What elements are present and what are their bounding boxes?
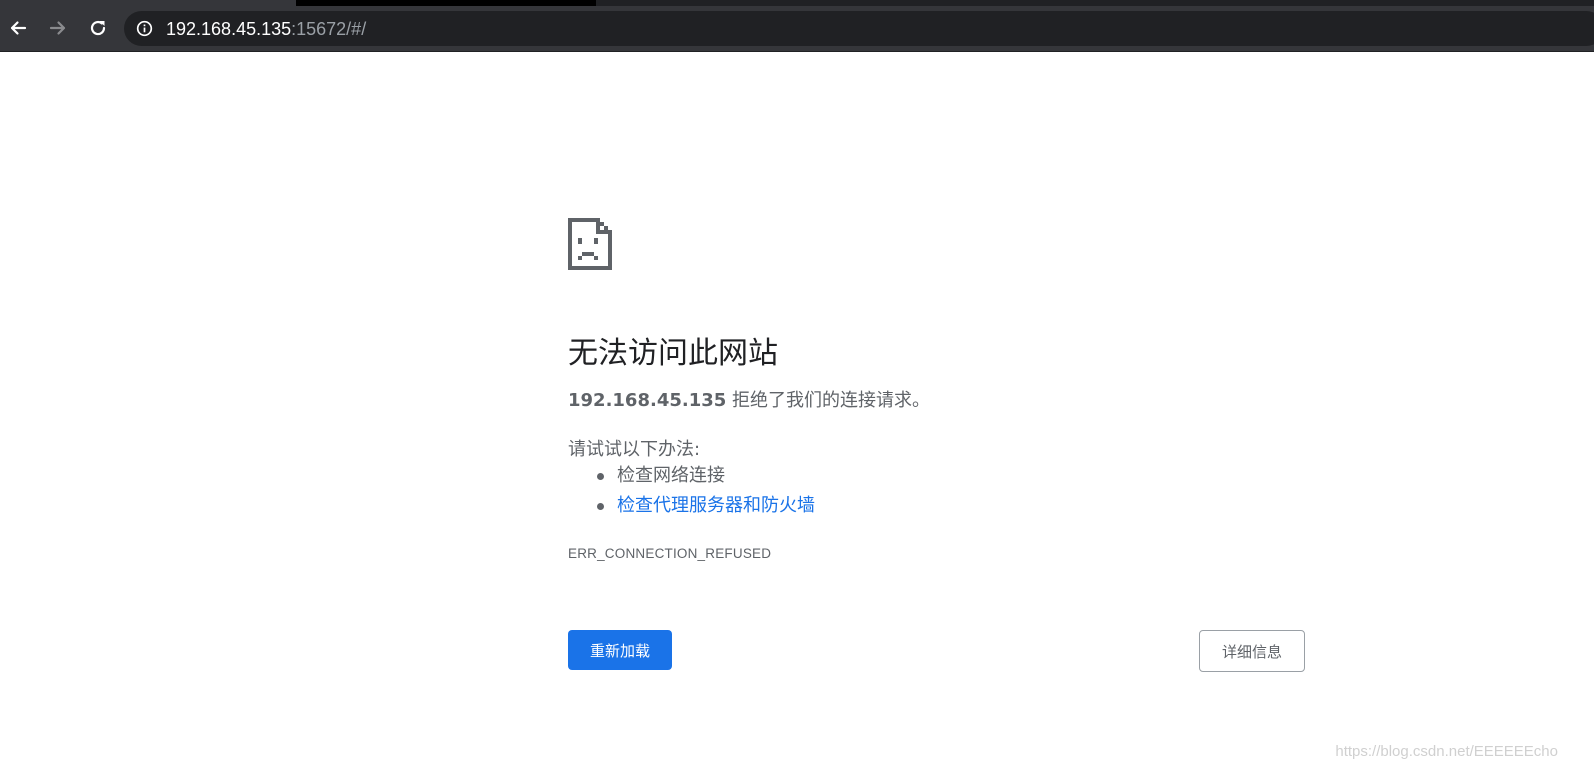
forward-arrow-icon — [49, 21, 66, 35]
error-code: ERR_CONNECTION_REFUSED — [568, 546, 772, 561]
reload-button[interactable] — [81, 11, 115, 45]
url-host: 192.168.45.135 — [166, 19, 292, 39]
bullet-icon — [597, 503, 604, 510]
back-arrow-icon — [10, 21, 27, 35]
suggestion-check-network: 检查网络连接 — [617, 465, 725, 486]
bullet-icon — [597, 473, 604, 480]
list-item: 检查网络连接 — [568, 462, 815, 492]
browser-toolbar: 192.168.45.135:15672/#/ — [0, 6, 1594, 52]
sad-document-icon — [568, 218, 612, 270]
address-bar[interactable]: 192.168.45.135:15672/#/ — [124, 11, 1594, 46]
details-button[interactable]: 详细信息 — [1199, 630, 1305, 672]
error-heading: 无法访问此网站 — [568, 336, 778, 371]
url-path: :15672/#/ — [291, 19, 367, 39]
check-proxy-firewall-link[interactable]: 检查代理服务器和防火墙 — [617, 495, 815, 516]
suggestions-title: 请试试以下办法: — [568, 439, 701, 460]
info-icon[interactable] — [136, 20, 153, 37]
error-summary: 192.168.45.135 拒绝了我们的连接请求。 — [568, 386, 930, 412]
reload-page-button[interactable]: 重新加载 — [568, 630, 672, 670]
suggestions-list: 检查网络连接 检查代理服务器和防火墙 — [568, 462, 815, 522]
reload-icon — [90, 20, 106, 36]
watermark-text: https://blog.csdn.net/EEEEEEcho — [1335, 743, 1558, 760]
list-item: 检查代理服务器和防火墙 — [568, 492, 815, 522]
back-button[interactable] — [1, 11, 35, 45]
forward-button[interactable] — [41, 11, 75, 45]
url-text[interactable]: 192.168.45.135:15672/#/ — [166, 19, 366, 39]
error-summary-host: 192.168.45.135 — [568, 390, 727, 411]
error-summary-text: 拒绝了我们的连接请求。 — [726, 390, 931, 411]
